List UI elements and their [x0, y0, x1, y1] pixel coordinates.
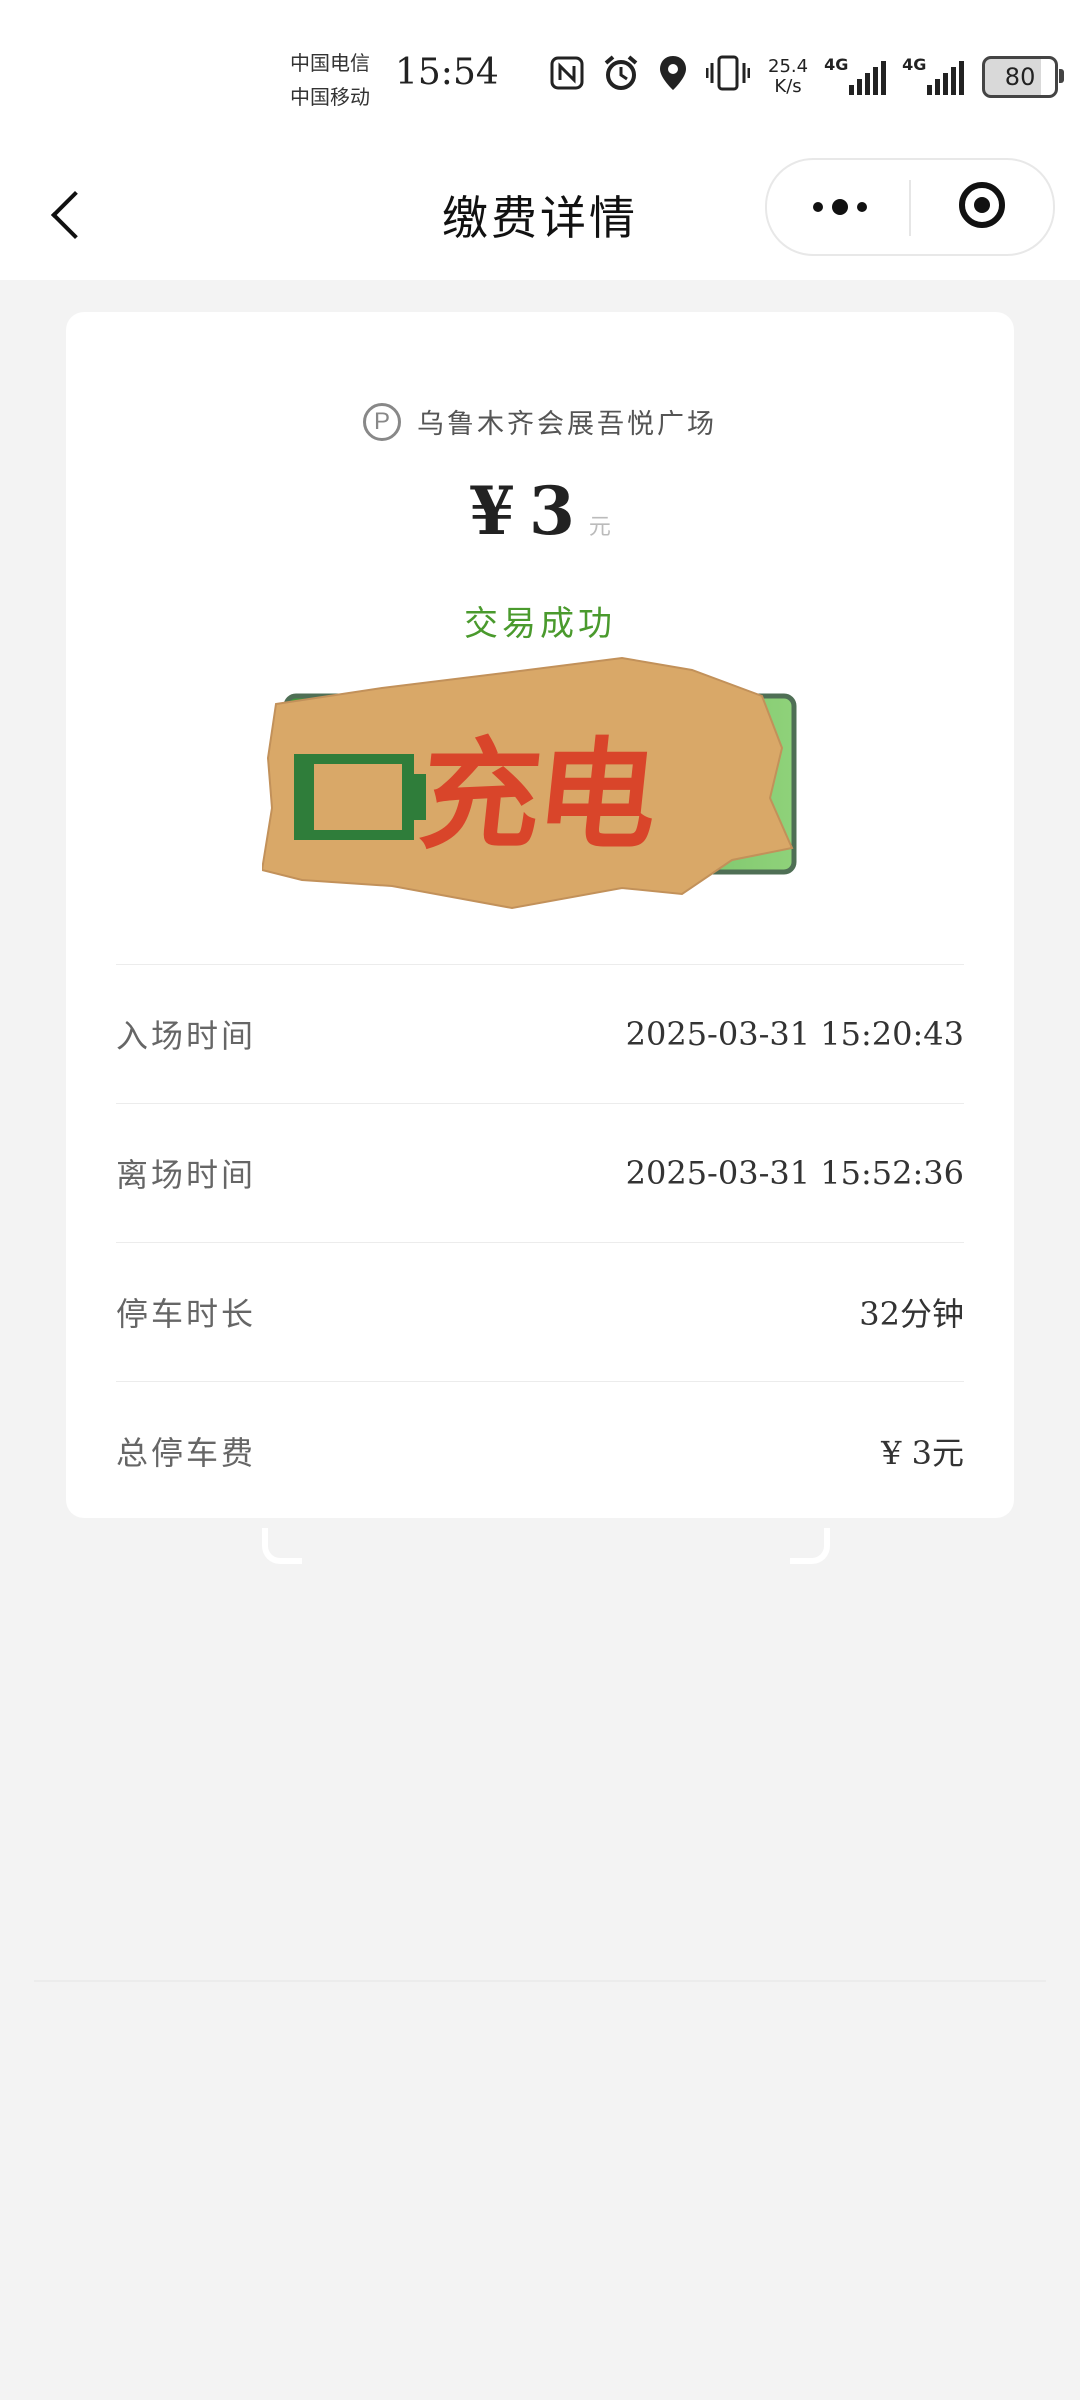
signal-2: 4G [902, 55, 965, 95]
location-icon [658, 54, 688, 101]
battery-indicator: 80 [982, 56, 1065, 98]
carrier-labels: 中国电信 中国移动 [290, 46, 370, 114]
scan-corner-left [262, 1528, 302, 1564]
detail-list: 入场时间 2025-03-31 15:20:43 离场时间 2025-03-31… [116, 964, 964, 1520]
exit-time-row: 离场时间 2025-03-31 15:52:36 [116, 1103, 964, 1242]
status-time: 15:54 [395, 52, 499, 93]
row-value: ¥ 3元 [881, 1434, 964, 1472]
carrier-1: 中国电信 [290, 51, 370, 75]
status-bar: 中国电信 中国移动 15:54 25.4 K/s 4G 4G 80 [0, 0, 1080, 150]
signal-1-label: 4G [824, 55, 849, 74]
parking-icon: P [363, 402, 401, 441]
total-fee-row: 总停车费 ¥ 3元 [116, 1381, 964, 1520]
sticker-text: 充电 [413, 727, 661, 866]
payment-detail-card: P 乌鲁木齐会展吾悦广场 ¥3元 交易成功 充电 入场时间 2025-03-31… [66, 312, 1014, 1518]
amount-symbol: ¥ [469, 472, 529, 550]
signal-1: 4G [824, 55, 887, 95]
transaction-status: 交易成功 [464, 604, 616, 644]
amount-unit: 元 [588, 515, 611, 540]
row-label: 离场时间 [116, 1156, 257, 1194]
row-label: 入场时间 [116, 1017, 257, 1055]
net-speed-value: 25.4 [768, 56, 809, 77]
amount-value: 3 [528, 472, 589, 550]
row-value: 2025-03-31 15:20:43 [625, 1015, 964, 1053]
vibrate-icon [705, 55, 751, 100]
row-label: 总停车费 [116, 1434, 257, 1472]
status-icons: 25.4 K/s 4G 4G 80 [550, 52, 1065, 102]
background-panel [34, 1520, 1046, 1982]
charging-sticker: 充电 [262, 648, 798, 910]
battery-level: 80 [1004, 63, 1036, 91]
row-value: 2025-03-31 15:52:36 [625, 1154, 964, 1192]
payment-amount: ¥3元 [66, 472, 1014, 550]
row-label: 停车时长 [116, 1295, 257, 1333]
net-speed: 25.4 K/s [768, 57, 808, 97]
target-icon[interactable] [959, 182, 1005, 228]
duration-row: 停车时长 32分钟 [116, 1242, 964, 1381]
alarm-icon [602, 54, 640, 101]
nfc-icon [550, 56, 584, 99]
miniprogram-capsule [765, 158, 1055, 256]
navigation-bar: 缴费详情 [0, 150, 1080, 280]
row-value: 32分钟 [859, 1295, 964, 1333]
parking-lot: P 乌鲁木齐会展吾悦广场 [66, 402, 1014, 441]
more-dots-icon[interactable] [805, 190, 875, 224]
entry-time-row: 入场时间 2025-03-31 15:20:43 [116, 964, 964, 1103]
capsule-divider [909, 180, 911, 236]
carrier-2: 中国移动 [290, 85, 370, 109]
scan-corner-right [790, 1528, 830, 1564]
parking-lot-name: 乌鲁木齐会展吾悦广场 [417, 409, 717, 440]
signal-2-label: 4G [902, 55, 927, 74]
net-speed-unit: K/s [774, 76, 802, 97]
